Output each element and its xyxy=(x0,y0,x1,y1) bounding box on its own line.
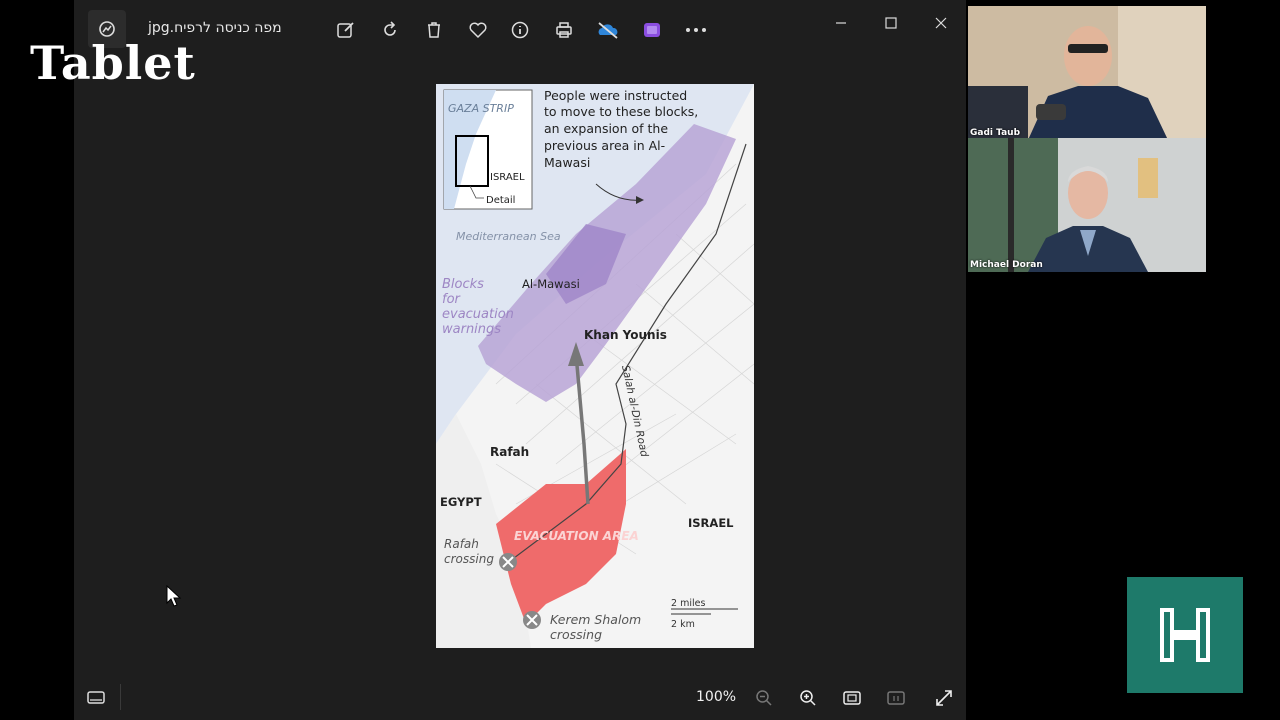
filmstrip-icon[interactable] xyxy=(84,686,108,710)
edit-image-icon[interactable] xyxy=(334,18,358,42)
participant-name: Michael Doran xyxy=(970,260,1043,270)
close-icon[interactable] xyxy=(926,12,956,34)
fit-to-window-icon[interactable] xyxy=(840,686,864,710)
print-icon[interactable] xyxy=(552,18,576,42)
participant-video-michael-doran: Michael Doran xyxy=(968,138,1206,272)
clipchamp-icon[interactable] xyxy=(640,18,664,42)
photo-viewer-window: מפה כניסה לרפיח.jpg GAZA STRIP ISRAEL De… xyxy=(74,0,966,720)
inset-label-israel: ISRAEL xyxy=(490,172,525,183)
scale-km-label: 2 km xyxy=(671,619,695,630)
participant-1-video xyxy=(968,6,1206,140)
sea-label: Mediterranean Sea xyxy=(456,230,561,243)
egypt-label: EGYPT xyxy=(440,495,482,509)
status-bar: 100% xyxy=(74,676,966,720)
participant-2-video xyxy=(968,138,1206,272)
mouse-cursor-icon xyxy=(166,584,182,611)
evacuation-area-label: EVACUATION AREA xyxy=(514,529,639,543)
info-icon[interactable] xyxy=(508,18,532,42)
israel-label: ISRAEL xyxy=(688,516,734,530)
minimize-icon[interactable] xyxy=(826,12,856,34)
al-mawasi-label: Al-Mawasi xyxy=(522,277,580,291)
gaza-map-graphic: GAZA STRIP ISRAEL Detail People were ins… xyxy=(436,84,754,648)
delete-icon[interactable] xyxy=(422,18,446,42)
zoom-in-icon[interactable] xyxy=(796,686,820,710)
more-icon[interactable] xyxy=(684,18,708,42)
maximize-icon[interactable] xyxy=(876,12,906,34)
participant-video-gadi-taub: Gadi Taub xyxy=(968,6,1206,140)
window-title: מפה כניסה לרפיח.jpg xyxy=(148,20,282,36)
hebrew-h-logo xyxy=(1127,577,1243,693)
tablet-logo: Tablet xyxy=(30,36,196,90)
zoom-level: 100% xyxy=(696,689,737,705)
favorite-icon[interactable] xyxy=(466,18,490,42)
rotate-icon[interactable] xyxy=(378,18,402,42)
actual-size-icon[interactable] xyxy=(884,686,908,710)
onedrive-icon[interactable] xyxy=(596,18,620,42)
rafah-label: Rafah xyxy=(490,445,529,459)
scale-miles-label: 2 miles xyxy=(671,598,705,609)
zoom-out-icon[interactable] xyxy=(752,686,776,710)
inset-label-gaza: GAZA STRIP xyxy=(448,102,514,115)
status-divider xyxy=(120,684,121,710)
fullscreen-icon[interactable] xyxy=(932,686,956,710)
khan-younis-label: Khan Younis xyxy=(584,328,667,342)
map-image: GAZA STRIP ISRAEL Detail People were ins… xyxy=(436,84,754,648)
participant-name: Gadi Taub xyxy=(970,128,1021,138)
inset-label-detail: Detail xyxy=(486,195,515,206)
title-bar: מפה כניסה לרפיח.jpg xyxy=(74,0,966,62)
